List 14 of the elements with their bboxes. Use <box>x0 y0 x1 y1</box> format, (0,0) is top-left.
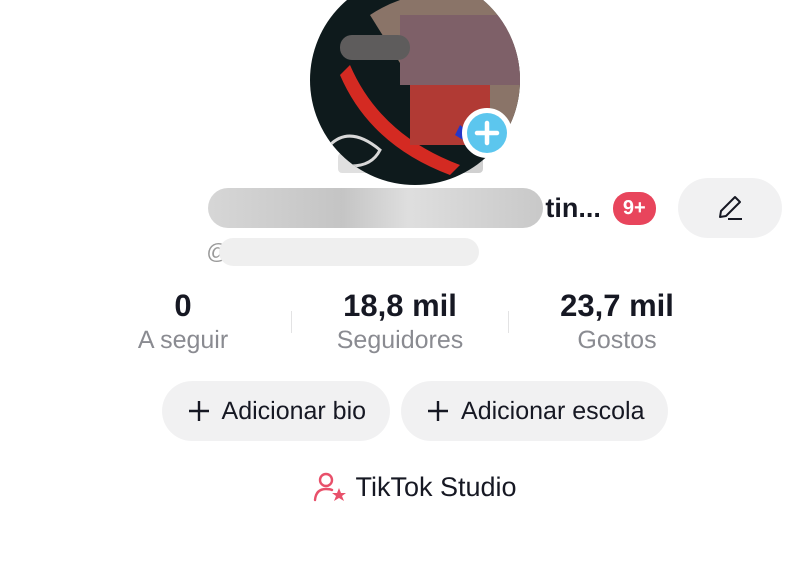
stat-value: 0 <box>174 288 192 324</box>
stat-label: Gostos <box>577 325 657 356</box>
profile-name: tin... <box>545 192 601 224</box>
stat-label: Seguidores <box>336 325 464 356</box>
notification-badge: 9+ <box>612 192 656 224</box>
add-button[interactable]: Adicionar bio <box>162 381 390 441</box>
add-button[interactable]: Adicionar escola <box>401 381 668 441</box>
plus-icon <box>188 400 210 422</box>
person-star-icon <box>313 471 348 503</box>
plus-icon <box>427 400 450 422</box>
stat-value: 18,8 mil <box>343 288 457 324</box>
stat-value: 23,7 mil <box>560 288 674 324</box>
studio-link[interactable]: TikTok Studio <box>313 471 517 503</box>
stat-label: A seguir <box>138 325 228 356</box>
